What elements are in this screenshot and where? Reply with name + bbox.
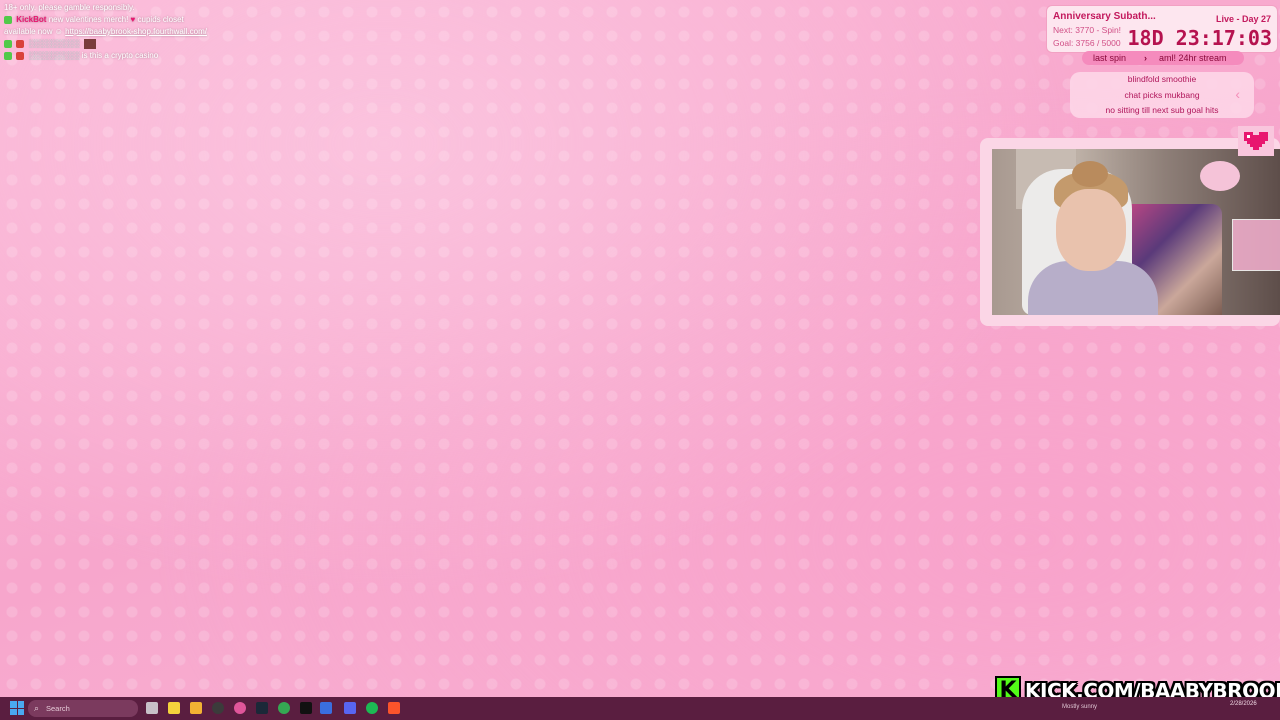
obs-icon[interactable]	[212, 702, 224, 714]
chevron-left-icon: ‹	[1235, 86, 1240, 102]
last-spin-value: aml! 24hr stream	[1159, 53, 1227, 63]
active-app-icon[interactable]	[320, 702, 332, 714]
emoji-icon: ☺	[54, 27, 63, 36]
chat-line: ░░░░░░░░░ is this a crypto casino	[4, 50, 214, 62]
subathon-timer: 18D 23:17:03	[1127, 26, 1273, 50]
storage-bin	[1232, 219, 1280, 271]
chevron-right-icon: ›	[1144, 53, 1147, 63]
subathon-title: Anniversary Subath...	[1053, 11, 1156, 22]
search-icon: ⌕	[34, 703, 40, 713]
live-day-label: Live - Day 27	[1215, 14, 1271, 24]
clock[interactable]: 2/28/2026	[1230, 701, 1257, 708]
chat-line: ░░░░░░░░░	[4, 38, 214, 50]
list-item: chat picks mukbang	[1124, 89, 1200, 100]
badge-icon	[16, 39, 25, 48]
badge-icon	[4, 39, 12, 48]
goal-progress-text: Goal: 3756 / 5000	[1053, 38, 1121, 48]
windows-start-icon[interactable]	[10, 701, 24, 715]
list-item: blindfold smoothie	[1127, 74, 1197, 84]
plush-toy	[1200, 161, 1240, 191]
subathon-panel: Anniversary Subath... Live - Day 27 Next…	[1046, 5, 1278, 53]
badge-icon	[4, 15, 12, 24]
chat-message: new valentines merch!	[48, 15, 129, 24]
app-icon[interactable]	[234, 702, 246, 714]
chat-username-redacted: ░░░░░░░░░	[28, 51, 80, 60]
discord-icon[interactable]	[344, 702, 356, 714]
chat-message: is this a crypto casino	[81, 51, 159, 60]
heart-emoji-icon: ♥	[130, 15, 136, 24]
chat-message: available now	[4, 27, 53, 36]
webcam-feed	[992, 149, 1280, 315]
chat-link[interactable]: https://baabybrook-shop.fourthwall.com/	[65, 27, 207, 36]
pixel-heart-icon	[1238, 126, 1274, 156]
last-spin-bar: last spin › aml! 24hr stream	[1082, 51, 1244, 65]
list-item: no sitting till next sub goal hits	[1105, 105, 1219, 115]
chat-disclaimer: 18+ only. please gamble responsibly.	[4, 3, 135, 12]
chat-line: KickBot new valentines merch! ♥ cupids c…	[4, 14, 214, 26]
brave-icon[interactable]	[388, 702, 400, 714]
task-view-icon[interactable]	[146, 702, 158, 714]
tiktok-icon[interactable]	[300, 702, 312, 714]
file-explorer-icon[interactable]	[190, 702, 202, 714]
taskbar-search[interactable]: ⌕ Search	[28, 700, 138, 717]
last-spin-label: last spin	[1093, 53, 1127, 63]
search-placeholder: Search	[46, 704, 70, 713]
chat-username: KickBot	[16, 15, 47, 24]
next-goal-text: Next: 3770 - Spin!	[1053, 25, 1122, 35]
weather-widget[interactable]: Mostly sunny	[1062, 704, 1097, 710]
xbox-icon[interactable]	[278, 702, 290, 714]
badge-icon	[4, 51, 12, 60]
spin-wheel-list: blindfold smoothie chat picks mukbang no…	[1070, 72, 1254, 118]
hair-bun	[1072, 161, 1108, 187]
chat-username-redacted: ░░░░░░░░░	[28, 39, 80, 48]
badge-icon	[16, 51, 25, 60]
steam-icon[interactable]	[256, 702, 268, 714]
chat-message: cupids closet	[137, 15, 184, 24]
emote-icon	[83, 38, 96, 49]
spotify-icon[interactable]	[366, 702, 378, 714]
chat-line: available now ☺ https://baabybrook-shop.…	[4, 26, 214, 38]
sticky-notes-icon[interactable]	[168, 702, 180, 714]
chat-line: 18+ only. please gamble responsibly.	[4, 2, 214, 14]
chat-overlay: 18+ only. please gamble responsibly. Kic…	[4, 2, 214, 62]
streamer-face	[1056, 189, 1126, 271]
